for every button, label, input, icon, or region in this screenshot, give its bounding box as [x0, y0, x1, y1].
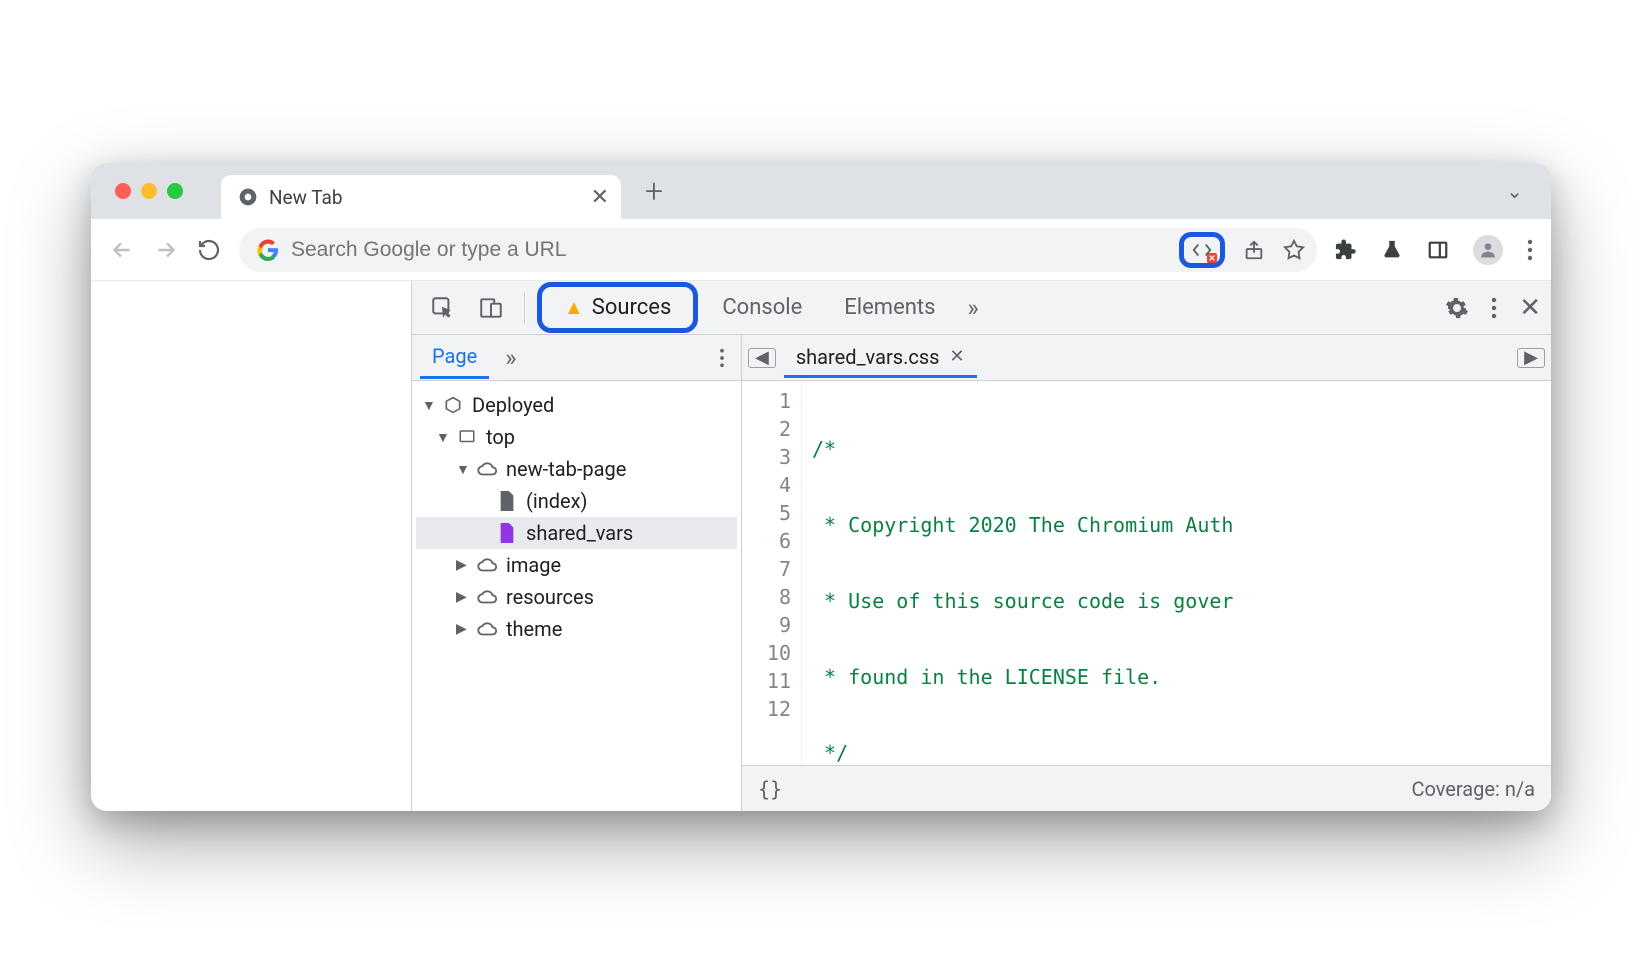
frame-icon [456, 428, 478, 446]
tree-label: theme [506, 617, 562, 641]
tree-node-resources[interactable]: ▶ resources [416, 581, 737, 613]
browser-window: New Tab ✕ + ⌄ [91, 163, 1551, 811]
status-bar: {} Coverage: n/a [742, 765, 1551, 811]
close-window-button[interactable] [115, 183, 131, 199]
tree-node-image[interactable]: ▶ image [416, 549, 737, 581]
tab-label: Sources [592, 295, 672, 320]
tab-sources[interactable]: ▲ Sources [546, 289, 689, 326]
tab-console[interactable]: Console [704, 289, 820, 326]
device-toolbar-icon[interactable] [470, 291, 512, 325]
tree-label: top [486, 425, 515, 449]
devtools-indicator-highlight [1179, 232, 1225, 268]
forward-button[interactable] [153, 237, 179, 263]
more-tabs-icon[interactable]: » [959, 294, 986, 322]
content-area: ▲ Sources Console Elements » ✕ [91, 281, 1551, 811]
bookmark-star-icon[interactable] [1283, 239, 1305, 261]
nav-forward-icon[interactable]: ▶ [1517, 348, 1545, 368]
cloud-icon [476, 557, 498, 573]
tree-node-top[interactable]: ▼ top [416, 421, 737, 453]
tree-node-shared-vars[interactable]: shared_vars [416, 517, 737, 549]
nav-back-icon[interactable]: ◀ [748, 348, 776, 368]
code-area[interactable]: 1 2 3 4 5 6 7 8 9 10 11 12 [742, 381, 1551, 765]
reload-button[interactable] [197, 238, 221, 262]
editor-pane: ◀ shared_vars.css ✕ ▶ 1 2 3 4 [742, 335, 1551, 811]
devtools-menu-icon[interactable] [1491, 297, 1497, 319]
devtools-indicator-icon[interactable] [1190, 239, 1214, 261]
tab-list-button[interactable]: ⌄ [1506, 179, 1535, 203]
tab-elements[interactable]: Elements [826, 289, 953, 326]
sources-tab-highlight: ▲ Sources [537, 282, 698, 333]
tree-node-deployed[interactable]: ▼ Deployed [416, 389, 737, 421]
cloud-icon [476, 589, 498, 605]
close-tab-button[interactable]: ✕ [591, 185, 609, 210]
browser-toolbar [91, 219, 1551, 281]
expand-arrow-icon: ▶ [456, 589, 468, 605]
minimize-window-button[interactable] [141, 183, 157, 199]
extensions-icon[interactable] [1335, 239, 1357, 261]
share-icon[interactable] [1243, 239, 1265, 261]
devtools-tabbar: ▲ Sources Console Elements » ✕ [412, 281, 1551, 335]
tree-label: resources [506, 585, 594, 609]
tab-title: New Tab [269, 186, 343, 209]
editor-tab-file[interactable]: shared_vars.css ✕ [784, 339, 977, 378]
tree-label: shared_vars [526, 521, 633, 545]
editor-tabs: ◀ shared_vars.css ✕ ▶ [742, 335, 1551, 381]
coverage-status: Coverage: n/a [1411, 777, 1535, 801]
file-icon [496, 491, 518, 511]
sidebar-menu-icon[interactable] [711, 348, 733, 368]
cloud-icon [476, 461, 498, 477]
maximize-window-button[interactable] [167, 183, 183, 199]
expand-arrow-icon: ▼ [422, 397, 434, 414]
omnibox[interactable] [239, 228, 1317, 272]
expand-arrow-icon: ▶ [456, 557, 468, 573]
expand-arrow-icon: ▼ [456, 461, 468, 478]
cloud-icon [476, 621, 498, 637]
devtools-body: Page » ▼ Deployed [412, 335, 1551, 811]
tree-label: Deployed [472, 393, 554, 417]
css-file-icon [496, 523, 518, 543]
sources-sidebar: Page » ▼ Deployed [412, 335, 742, 811]
labs-icon[interactable] [1381, 239, 1403, 261]
close-devtools-icon[interactable]: ✕ [1519, 293, 1541, 323]
sidebar-more-tabs-icon[interactable]: » [497, 344, 524, 372]
new-tab-button[interactable]: + [629, 172, 679, 210]
divider [524, 293, 525, 323]
package-icon [442, 395, 464, 415]
settings-gear-icon[interactable] [1445, 296, 1469, 320]
inspect-element-icon[interactable] [422, 291, 464, 325]
tree-node-theme[interactable]: ▶ theme [416, 613, 737, 645]
close-file-icon[interactable]: ✕ [949, 346, 964, 367]
back-button[interactable] [109, 237, 135, 263]
tree-label: (index) [526, 489, 588, 513]
tree-node-new-tab-page[interactable]: ▼ new-tab-page [416, 453, 737, 485]
error-badge-icon [1207, 253, 1217, 263]
sidebar-tab-page[interactable]: Page [420, 338, 489, 379]
expand-arrow-icon: ▼ [436, 429, 448, 446]
pretty-print-icon[interactable]: {} [758, 777, 782, 801]
profile-avatar-icon[interactable] [1473, 235, 1503, 265]
browser-tabbar: New Tab ✕ + ⌄ [91, 163, 1551, 219]
editor-tab-filename: shared_vars.css [796, 345, 940, 369]
file-tree: ▼ Deployed ▼ top [412, 381, 741, 653]
toolbar-actions [1335, 235, 1533, 265]
google-icon [257, 239, 279, 261]
code-content[interactable]: /* * Copyright 2020 The Chromium Auth * … [802, 381, 1551, 765]
expand-arrow-icon: ▶ [456, 621, 468, 637]
omnibox-input[interactable] [291, 238, 1167, 262]
side-panel-icon[interactable] [1427, 239, 1449, 261]
browser-tab[interactable]: New Tab ✕ [221, 175, 621, 219]
devtools-panel: ▲ Sources Console Elements » ✕ [411, 281, 1551, 811]
browser-menu-icon[interactable] [1527, 239, 1533, 261]
tree-label: new-tab-page [506, 457, 626, 481]
chrome-icon [237, 186, 259, 208]
window-controls [115, 183, 183, 199]
tree-label: image [506, 553, 561, 577]
tree-node-index[interactable]: (index) [416, 485, 737, 517]
page-viewport [91, 281, 411, 811]
warning-icon: ▲ [564, 295, 584, 320]
line-gutter: 1 2 3 4 5 6 7 8 9 10 11 12 [742, 381, 802, 765]
sidebar-tabs: Page » [412, 335, 741, 381]
